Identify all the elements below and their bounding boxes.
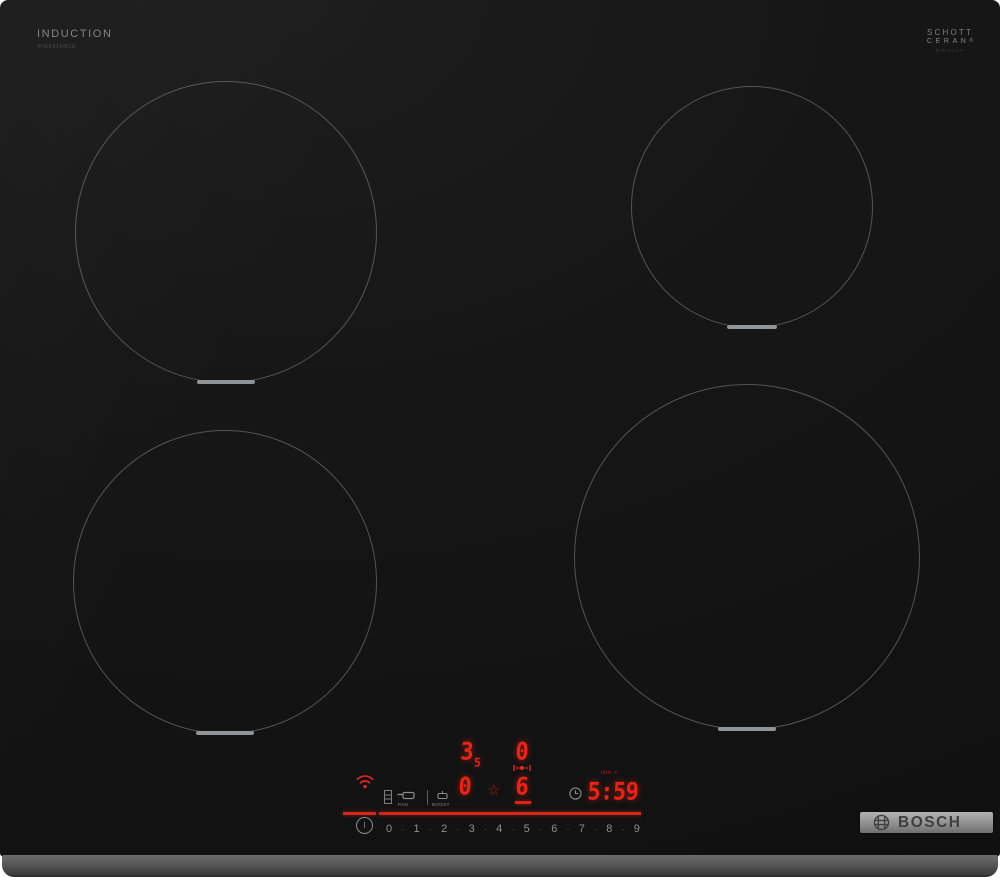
favorite-key[interactable]: ☆ [487,783,500,798]
level-separator: · [456,824,460,834]
level-half-digit: 5 [473,755,482,770]
pan-position-marker [727,325,777,329]
pan-indicator-label: PAN [398,802,409,807]
level-key-1[interactable]: 1 [414,823,420,835]
cooking-zone-back-left [75,81,377,384]
indicator-divider [427,790,428,805]
registered-mark: ® [969,38,974,44]
zone-level-key-front-left[interactable]: 0 [457,773,473,802]
level-separator: · [511,824,515,834]
ceran-label: CERAN® [926,38,974,45]
boost-pan-icon [437,791,450,800]
level-key-3[interactable]: 3 [469,823,475,835]
pan-position-marker [718,727,776,731]
level-digit: 0 [457,773,473,802]
induction-label: INDUCTION [37,28,113,40]
power-key-indicator-bar [343,812,376,815]
cooktop-grid-icon [384,790,392,804]
level-separator: · [566,824,570,834]
cooktop-glass: INDUCTION PIE631HB1E SCHOTT CERAN® MIROD… [0,0,1000,857]
level-key-5[interactable]: 5 [524,823,530,835]
cooking-zone-front-right [574,384,920,731]
zone-level-key-front-right[interactable]: 6 [514,773,530,802]
schott-label: SCHOTT [926,28,974,37]
clock-icon [569,787,582,800]
bosch-armature-icon [873,814,890,831]
model-number: PIE631HB1E [38,44,77,50]
power-button[interactable]: I [356,817,373,834]
level-separator: · [483,824,487,834]
level-separator: · [621,824,625,834]
level-digit: 0 [514,738,530,767]
pan-position-marker [196,731,254,735]
power-symbol: I [363,820,366,830]
level-separator: · [538,824,542,834]
bosch-logo-text: BOSCH [898,813,962,831]
level-digit: 3 [459,738,475,767]
level-key-9[interactable]: 9 [634,823,640,835]
level-key-4[interactable]: 4 [496,823,502,835]
level-key-2[interactable]: 2 [441,823,447,835]
zone-level-key-back-left[interactable]: 35 [459,738,482,770]
boost-indicator-label: BOOST [432,802,450,807]
wifi-icon [356,774,374,789]
level-key-0[interactable]: 0 [386,823,392,835]
pan-detection-icon [512,764,532,772]
selected-zone-underline [515,801,531,804]
glass-brand-subtext: MIRODUR [935,48,965,53]
pan-icon [397,791,415,800]
level-key-8[interactable]: 8 [606,823,612,835]
cooking-zone-front-left [73,430,377,735]
level-separator: · [594,824,598,834]
level-slider-indicator-bar [379,812,641,815]
product-photo: INDUCTION PIE631HB1E SCHOTT CERAN® MIROD… [0,0,1000,882]
level-key-6[interactable]: 6 [551,823,557,835]
power-level-slider[interactable]: 0 · 1 · 2 · 3 · 4 · 5 · 6 · 7 · 8 · 9 [386,822,640,836]
timer-units-label: min s [601,770,618,776]
glass-brand-mark: SCHOTT CERAN® MIRODUR [920,28,980,53]
level-key-7[interactable]: 7 [579,823,585,835]
zone-level-key-back-right[interactable]: 0 [514,738,530,767]
cooking-zone-back-right [631,86,873,329]
level-digit: 6 [514,773,530,802]
timer-display[interactable]: 5:59 [587,779,639,807]
front-trim [2,855,998,877]
pan-position-marker [197,380,255,384]
bosch-badge: BOSCH [860,812,993,833]
level-separator: · [401,824,405,834]
level-separator: · [428,824,432,834]
